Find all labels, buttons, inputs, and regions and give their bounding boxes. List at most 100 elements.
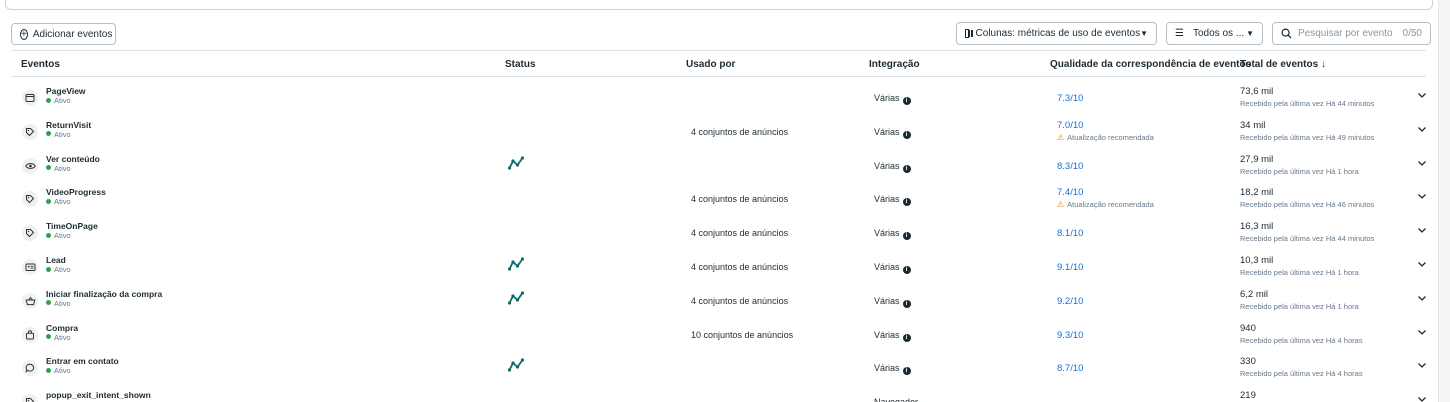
columns-icon <box>965 29 972 38</box>
table-row[interactable]: Iniciar finalização da compra Ativo 4 conj… <box>0 283 1440 317</box>
event-status: Ativo <box>46 333 71 342</box>
chat-bubble-icon <box>22 360 38 377</box>
integration-label: Várias <box>874 194 900 205</box>
used-by: 4 conjuntos de anúncios <box>691 194 789 205</box>
trend-line-icon[interactable] <box>507 257 525 271</box>
info-icon[interactable]: i <box>902 333 911 342</box>
integration-label: Várias <box>874 363 900 374</box>
total-events: 940 <box>1240 322 1256 334</box>
info-icon[interactable]: i <box>902 367 911 376</box>
total-events: 27,9 mil <box>1240 153 1274 165</box>
match-quality-score[interactable]: 8.3/10 <box>1057 161 1083 172</box>
event-name[interactable]: Iniciar finalização da compra <box>46 289 162 299</box>
tag-cursor-icon <box>22 191 38 208</box>
chevron-down-icon[interactable] <box>1417 394 1427 402</box>
match-quality-score[interactable]: 9.1/10 <box>1057 262 1083 273</box>
trend-line-icon[interactable] <box>507 291 525 305</box>
chevron-down-icon[interactable] <box>1417 259 1427 269</box>
chevron-down-icon[interactable] <box>1417 191 1427 201</box>
event-name[interactable]: Entrar em contato <box>46 356 119 366</box>
filter-dropdown[interactable]: ☰ Todos os ... ▼ <box>1166 22 1263 45</box>
header-quality[interactable]: Qualidade da correspondência de eventos <box>1050 59 1251 70</box>
scrollbar[interactable] <box>1438 0 1450 402</box>
event-status: Ativo <box>46 197 71 206</box>
chevron-down-icon[interactable] <box>1417 124 1427 134</box>
columns-dropdown[interactable]: Colunas: métricas de uso de eventos ▼ <box>956 22 1157 45</box>
integration: Várias i <box>874 330 911 342</box>
header-used-by[interactable]: Usado por <box>686 59 735 70</box>
info-icon[interactable]: i <box>902 266 911 274</box>
info-icon[interactable]: i <box>902 97 911 105</box>
chevron-down-icon[interactable] <box>1417 225 1427 235</box>
table-row[interactable]: ReturnVisit Ativo 4 conjuntos de anúncios V… <box>0 114 1440 148</box>
event-status: Ativo <box>46 130 71 139</box>
info-icon[interactable]: i <box>902 198 911 207</box>
event-name[interactable]: Lead <box>46 255 66 265</box>
info-icon[interactable]: i <box>902 299 911 308</box>
chevron-down-icon[interactable] <box>1417 90 1427 100</box>
event-name[interactable]: ReturnVisit <box>46 120 91 130</box>
table-row[interactable]: Lead Ativo 4 conjuntos de anúncios Várias i 9… <box>0 249 1440 283</box>
event-name[interactable]: TimeOnPage <box>46 221 98 231</box>
warning-label: Atualização recomendada <box>1067 132 1154 142</box>
last-received: Recebido pela última vez Há 46 minutos <box>1240 200 1375 210</box>
table-row[interactable]: Ver conteúdo Ativo Várias i 8.3/10 27,9 mil Re… <box>0 148 1440 182</box>
id-card-icon <box>22 259 38 275</box>
eye-icon <box>22 157 38 174</box>
event-status: Ativo <box>46 265 71 274</box>
header-status[interactable]: Status <box>505 59 536 70</box>
integration: Várias i <box>874 93 911 105</box>
table-row[interactable]: TimeOnPage Ativo 4 conjuntos de anúncios Vá… <box>0 215 1440 249</box>
match-quality-score[interactable]: 9.2/10 <box>1057 296 1083 307</box>
info-icon[interactable]: i <box>902 164 911 173</box>
used-by: 4 conjuntos de anúncios <box>691 262 789 272</box>
integration-label: Várias <box>874 93 900 103</box>
update-recommended: ⚠ Atualização recomendada <box>1057 200 1154 209</box>
integration: Várias i <box>874 161 911 173</box>
total-events: 10,3 mil <box>1240 255 1274 266</box>
info-icon[interactable]: i <box>902 232 911 241</box>
table-header: Eventos Status Usado por Integração Qual… <box>0 52 1450 76</box>
caret-down-icon: ▼ <box>1140 29 1148 38</box>
event-name[interactable]: Compra <box>46 323 78 333</box>
header-events[interactable]: Eventos <box>21 59 60 70</box>
match-quality-score[interactable]: 7.4/10 <box>1057 187 1083 198</box>
add-events-button[interactable]: + Adicionar eventos <box>11 23 116 45</box>
table-row[interactable]: Entrar em contato Ativo Várias i 8.7/10 330 Re… <box>0 350 1440 384</box>
event-status: Ativo <box>46 231 71 240</box>
match-quality-score[interactable]: 8.7/10 <box>1057 363 1083 374</box>
table-row[interactable]: Compra Ativo 10 conjuntos de anúncios Vária… <box>0 317 1440 351</box>
header-top-divider <box>11 50 1426 51</box>
total-events: 73,6 mil <box>1240 86 1274 97</box>
match-quality-score[interactable]: 8.1/10 <box>1057 228 1083 239</box>
match-quality-score[interactable]: 9.3/10 <box>1057 330 1083 341</box>
match-quality-score[interactable]: 7.3/10 <box>1057 93 1083 104</box>
table-row[interactable]: popup_exit_intent_shown Navegador 219 <box>0 384 1440 402</box>
chevron-down-icon[interactable] <box>1417 293 1427 303</box>
tag-cursor-icon <box>22 225 38 242</box>
info-icon[interactable]: i <box>902 130 911 139</box>
integration: Várias i <box>874 194 911 207</box>
trend-line-icon[interactable] <box>507 358 525 372</box>
match-quality-score[interactable]: 7.0/10 <box>1057 120 1083 131</box>
event-status: Ativo <box>46 164 71 173</box>
table-row[interactable]: VideoProgress Ativo 4 conjuntos de anúncio… <box>0 181 1440 215</box>
trend-line-icon[interactable] <box>507 155 525 170</box>
header-integration[interactable]: Integração <box>869 59 920 70</box>
event-name[interactable]: Ver conteúdo <box>46 154 100 164</box>
search-input[interactable]: Pesquisar por evento 0/50 <box>1272 22 1431 45</box>
chevron-down-icon[interactable] <box>1417 360 1427 370</box>
integration-label: Navegador <box>874 397 918 402</box>
table-row[interactable]: PageView Ativo Várias i 7.3/10 73,6 mil Recebi… <box>0 80 1440 114</box>
event-name[interactable]: VideoProgress <box>46 187 106 197</box>
total-events: 330 <box>1240 356 1256 368</box>
event-name[interactable]: PageView <box>46 86 86 96</box>
header-total[interactable]: Total de eventos ↓ <box>1240 59 1326 70</box>
last-received: Recebido pela última vez Há 1 hora <box>1240 166 1359 176</box>
total-events: 6,2 mil <box>1240 288 1268 300</box>
event-name[interactable]: popup_exit_intent_shown <box>46 390 151 400</box>
chevron-down-icon[interactable] <box>1417 158 1427 168</box>
integration: Várias i <box>874 363 911 376</box>
chevron-down-icon[interactable] <box>1417 327 1427 337</box>
shopping-bag-icon <box>22 326 38 343</box>
